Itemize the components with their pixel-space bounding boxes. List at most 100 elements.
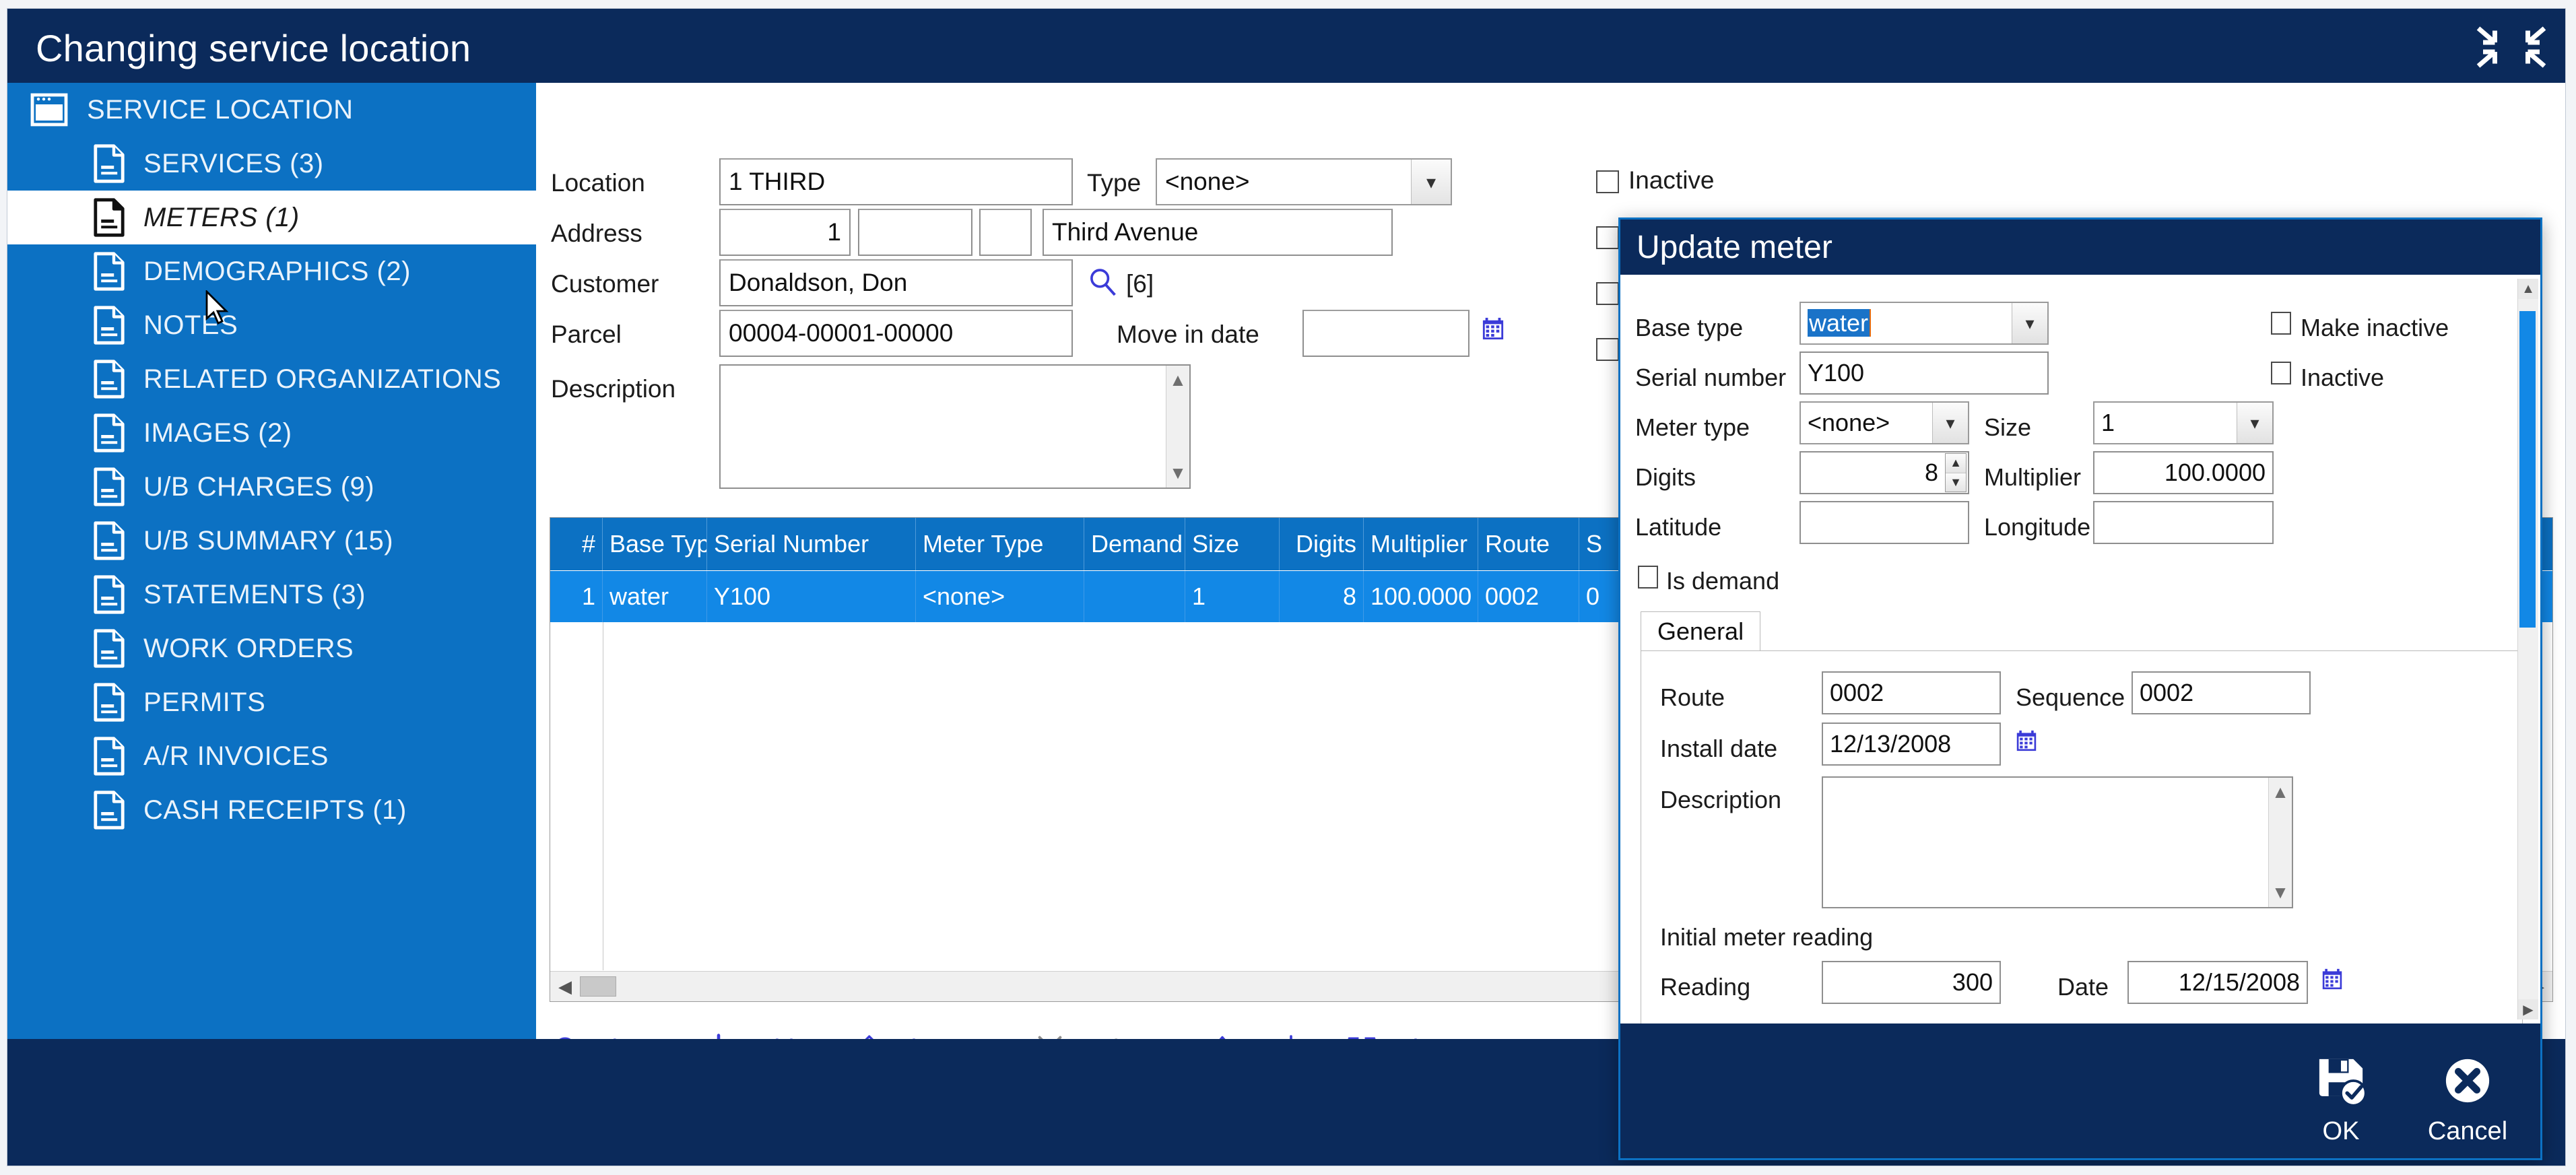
meter-type-select[interactable]: <none> ▾	[1799, 401, 1969, 444]
sidebar-item-service-location[interactable]: SERVICE LOCATION	[7, 83, 536, 137]
document-icon	[94, 521, 125, 560]
dialog-description-textarea[interactable]: ▲ ▼	[1822, 776, 2293, 908]
document-icon	[94, 144, 125, 183]
reading-input[interactable]: 300	[1822, 961, 2001, 1004]
sidebar-item-services-3[interactable]: SERVICES (3)	[7, 137, 536, 191]
cancel-button[interactable]: Cancel	[2407, 1054, 2528, 1146]
sidebar-item-label: WORK ORDERS	[143, 634, 354, 664]
digits-input[interactable]: 8	[1799, 451, 1969, 494]
column-header[interactable]: Multiplier	[1364, 518, 1478, 570]
dialog-vscrollbar[interactable]: ▲ ▶	[2517, 279, 2538, 1019]
address-street-input[interactable]: Third Avenue	[1043, 209, 1393, 256]
sidebar-item-work-orders[interactable]: WORK ORDERS	[7, 622, 536, 675]
move-in-date-input[interactable]	[1302, 310, 1469, 357]
checkbox-r[interactable]	[1596, 338, 1619, 361]
column-header[interactable]: Route	[1478, 518, 1579, 570]
serial-number-label: Serial number	[1635, 364, 1786, 392]
digits-stepper[interactable]: ▲ ▼	[1945, 453, 1967, 492]
tab-general[interactable]: General	[1641, 611, 1760, 650]
size-select[interactable]: 1 ▾	[2093, 401, 2274, 444]
column-header[interactable]: Demand	[1084, 518, 1185, 570]
sidebar-item-label: SERVICE LOCATION	[87, 95, 354, 125]
is-demand-checkbox[interactable]	[1638, 566, 1658, 589]
base-type-select[interactable]: water ▾	[1799, 302, 2049, 345]
cell-num: 1	[550, 571, 603, 622]
sidebar-item-label: DEMOGRAPHICS (2)	[143, 257, 411, 287]
stepper-down-icon[interactable]: ▼	[1946, 473, 1966, 492]
chevron-down-icon: ▼	[2272, 882, 2289, 903]
chevron-down-icon[interactable]: ▶	[2518, 999, 2538, 1019]
install-date-label: Install date	[1660, 735, 1777, 763]
address-number-input[interactable]: 1	[719, 209, 851, 256]
address-small-input[interactable]	[979, 209, 1032, 256]
checkbox-shut-off[interactable]	[1596, 282, 1619, 305]
calendar-icon[interactable]	[2016, 729, 2039, 753]
column-header[interactable]: #	[550, 518, 603, 570]
document-icon	[94, 252, 125, 291]
magnifier-icon[interactable]	[1087, 266, 1118, 300]
inactive-label: Inactive	[2301, 364, 2384, 392]
sequence-input[interactable]: 0002	[2132, 671, 2311, 714]
column-header[interactable]: Digits	[1280, 518, 1364, 570]
collapse-arrows-icon[interactable]	[2471, 24, 2552, 71]
sidebar-item-demographics-2[interactable]: DEMOGRAPHICS (2)	[7, 244, 536, 298]
type-select[interactable]: <none> ▾	[1156, 158, 1452, 205]
sidebar-item-images-2[interactable]: IMAGES (2)	[7, 406, 536, 460]
date-input[interactable]: 12/15/2008	[2127, 961, 2308, 1004]
multiplier-label: Multiplier	[1984, 463, 2081, 492]
digits-label: Digits	[1635, 463, 1696, 492]
sidebar-item-u-b-charges-9[interactable]: U/B CHARGES (9)	[7, 460, 536, 514]
cell-serial-number: Y100	[707, 571, 916, 622]
sidebar-item-meters-1[interactable]: METERS (1)	[7, 191, 536, 244]
column-header[interactable]: Size	[1185, 518, 1280, 570]
calendar-icon[interactable]	[2321, 968, 2344, 992]
sidebar-item-label: SERVICES (3)	[143, 149, 324, 179]
cell-digits: 8	[1280, 571, 1364, 622]
checkbox-inactive[interactable]	[1596, 170, 1619, 193]
sidebar-item-label: NOTES	[143, 310, 238, 341]
sidebar-item-label: U/B SUMMARY (15)	[143, 526, 393, 556]
install-date-input[interactable]: 12/13/2008	[1822, 723, 2001, 766]
sidebar-item-permits[interactable]: PERMITS	[7, 675, 536, 729]
sidebar-item-cash-receipts-1[interactable]: CASH RECEIPTS (1)	[7, 783, 536, 837]
sidebar-item-statements-3[interactable]: STATEMENTS (3)	[7, 568, 536, 622]
cell-route: 0002	[1478, 571, 1579, 622]
document-icon	[94, 360, 125, 399]
stepper-up-icon[interactable]: ▲	[1946, 454, 1966, 473]
calendar-icon[interactable]	[1482, 316, 1505, 341]
column-header[interactable]: Meter Type	[916, 518, 1084, 570]
ok-button[interactable]: OK	[2280, 1054, 2402, 1146]
make-inactive-checkbox[interactable]	[2271, 312, 2291, 335]
description-scrollbar[interactable]: ▲ ▼	[1166, 366, 1189, 488]
cell-meter-type: <none>	[916, 571, 1084, 622]
document-icon	[94, 467, 125, 506]
address-mid-input[interactable]	[858, 209, 972, 256]
sidebar-item-notes[interactable]: NOTES	[7, 298, 536, 352]
sidebar: SERVICE LOCATION SERVICES (3) METERS (1) D…	[7, 83, 536, 1039]
dialog-description-scrollbar[interactable]: ▲ ▼	[2268, 778, 2292, 907]
hscroll-thumb[interactable]	[580, 976, 616, 997]
latitude-input[interactable]	[1799, 501, 1969, 544]
serial-number-input[interactable]: Y100	[1799, 351, 2049, 395]
route-input[interactable]: 0002	[1822, 671, 2001, 714]
parcel-input[interactable]: 00004-00001-00000	[719, 310, 1073, 357]
latitude-label: Latitude	[1635, 513, 1721, 541]
sidebar-item-related-organizations[interactable]: RELATED ORGANIZATIONS	[7, 352, 536, 406]
checkbox-vacant[interactable]	[1596, 226, 1619, 249]
vscroll-thumb[interactable]	[2519, 311, 2536, 628]
customer-input[interactable]: Donaldson, Don	[719, 259, 1073, 306]
sidebar-item-u-b-summary-15[interactable]: U/B SUMMARY (15)	[7, 514, 536, 568]
column-header[interactable]: Serial Number	[707, 518, 916, 570]
sidebar-item-a-r-invoices[interactable]: A/R INVOICES	[7, 729, 536, 783]
sidebar-item-label: PERMITS	[143, 687, 265, 718]
document-icon	[94, 575, 125, 614]
inactive-checkbox[interactable]	[2271, 362, 2291, 384]
description-textarea[interactable]: ▲ ▼	[719, 364, 1191, 489]
column-header[interactable]: Base Type	[603, 518, 707, 570]
chevron-up-icon[interactable]: ▲	[2518, 279, 2538, 299]
meter-type-label: Meter type	[1635, 413, 1750, 442]
location-input[interactable]: 1 THIRD	[719, 158, 1073, 205]
multiplier-input[interactable]: 100.0000	[2093, 451, 2274, 494]
longitude-input[interactable]	[2093, 501, 2274, 544]
chevron-left-icon[interactable]: ◀	[550, 972, 580, 1001]
